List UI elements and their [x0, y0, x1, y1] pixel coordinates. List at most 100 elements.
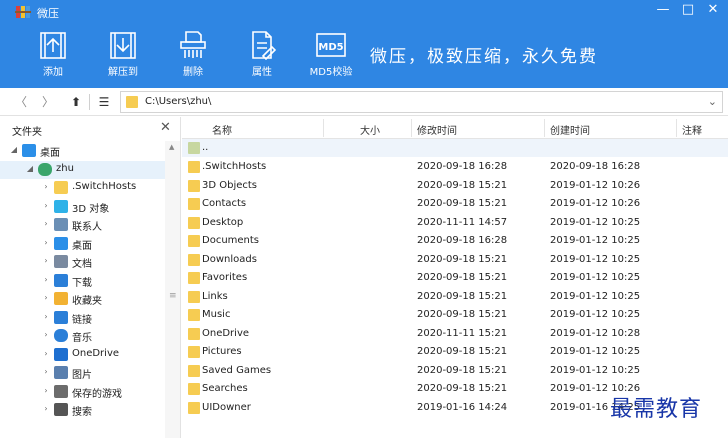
expand-arrow-icon[interactable]: › — [42, 275, 50, 284]
modified-date: 2020-09-18 15:21 — [417, 309, 508, 320]
forward-button[interactable]: 〉 — [38, 93, 58, 111]
scroll-up-icon[interactable]: ▲ — [169, 143, 174, 151]
tree-item[interactable]: ◢ zhu — [0, 160, 165, 179]
tree-item[interactable]: › OneDrive — [0, 346, 165, 364]
chevron-down-icon[interactable]: ⌄ — [708, 95, 717, 108]
tree-item[interactable]: › 文档 — [0, 253, 165, 271]
maximize-button[interactable]: □ — [675, 0, 701, 22]
column-divider[interactable] — [323, 119, 324, 137]
expand-arrow-icon[interactable]: › — [42, 256, 50, 265]
table-row[interactable]: 3D Objects 2020-09-18 15:21 2019-01-12 10:… — [182, 177, 728, 195]
tree-item[interactable]: › 搜索 — [0, 401, 165, 419]
expand-arrow-icon[interactable]: › — [42, 404, 50, 413]
title-bar: 微压 — □ ✕ — [0, 0, 728, 24]
expanded-arrow-icon[interactable]: ◢ — [26, 164, 34, 173]
tree-item[interactable]: › 3D 对象 — [0, 198, 165, 216]
path-field[interactable]: C:\Users\zhu\ ⌄ — [120, 91, 723, 113]
parent-folder-row[interactable]: .. — [182, 139, 728, 157]
view-list-button[interactable]: ☰ — [94, 93, 114, 111]
folder-icon — [188, 383, 200, 395]
tree-item[interactable]: › 桌面 — [0, 235, 165, 253]
expand-arrow-icon[interactable]: › — [42, 238, 50, 247]
file-name: Music — [202, 309, 231, 320]
tree-item[interactable]: › 联系人 — [0, 216, 165, 234]
folder-icon — [188, 290, 200, 303]
onedrive-cloud-icon — [54, 347, 68, 361]
table-row[interactable]: Pictures 2020-09-18 15:21 2019-01-12 10:25 — [182, 343, 728, 361]
table-row[interactable]: Saved Games 2020-09-18 15:21 2019-01-12 10… — [182, 362, 728, 380]
expand-arrow-icon[interactable]: › — [42, 330, 50, 339]
up-button[interactable]: ⬆ — [66, 93, 86, 111]
column-name[interactable]: 名称 — [212, 122, 232, 137]
file-name: Desktop — [202, 216, 244, 228]
md5-icon: MD5 — [306, 30, 356, 60]
tree-item-label: 链接 — [72, 314, 92, 326]
md5-check-button[interactable]: MD5 MD5校验 — [306, 30, 356, 86]
column-created[interactable]: 创建时间 — [550, 122, 590, 137]
properties-button[interactable]: 属性 — [237, 30, 287, 86]
created-date: 2019-01-12 10:25 — [550, 346, 641, 357]
created-date: 2019-01-12 10:28 — [550, 327, 641, 339]
column-comment[interactable]: 注释 — [682, 122, 702, 137]
expand-arrow-icon[interactable]: › — [42, 201, 50, 210]
expanded-arrow-icon[interactable]: ◢ — [10, 145, 18, 154]
table-row[interactable]: Desktop 2020-11-11 14:57 2019-01-12 10:25 — [182, 214, 728, 232]
file-name: .SwitchHosts — [202, 161, 267, 172]
tree-item[interactable]: › 收藏夹 — [0, 290, 165, 308]
expand-arrow-icon[interactable]: › — [42, 182, 50, 191]
folder-icon — [188, 235, 200, 247]
delete-button[interactable]: 删除 — [168, 30, 218, 86]
table-row[interactable]: Downloads 2020-09-18 15:21 2019-01-12 10:2… — [182, 251, 728, 269]
watermark: 最需教育 — [610, 397, 703, 422]
file-name: Links — [202, 290, 228, 302]
tree-item[interactable]: › 下载 — [0, 272, 165, 290]
add-button[interactable]: 添加 — [28, 30, 78, 86]
created-date: 2019-01-12 10:25 — [550, 216, 641, 228]
close-panel-button[interactable]: ✕ — [160, 120, 171, 135]
tree-item[interactable]: › 图片 — [0, 364, 165, 382]
desktop-icon — [22, 144, 36, 157]
extract-button[interactable]: 解压到 — [98, 30, 148, 86]
created-date: 2019-01-12 10:25 — [550, 309, 641, 320]
minimize-button[interactable]: — — [650, 0, 676, 22]
extract-label: 解压到 — [108, 67, 138, 78]
column-divider[interactable] — [544, 119, 545, 137]
column-divider[interactable] — [411, 119, 412, 137]
file-name: Searches — [202, 383, 248, 394]
column-divider[interactable] — [676, 119, 677, 137]
expand-arrow-icon[interactable]: › — [42, 293, 50, 302]
modified-date: 2020-09-18 16:28 — [417, 235, 508, 246]
tree-item-label: 收藏夹 — [72, 296, 102, 307]
column-size[interactable]: 大小 — [360, 122, 380, 137]
table-row[interactable]: Music 2020-09-18 15:21 2019-01-12 10:25 — [182, 306, 728, 324]
column-modified[interactable]: 修改时间 — [417, 122, 457, 137]
expand-arrow-icon[interactable]: › — [42, 386, 50, 395]
close-button[interactable]: ✕ — [700, 0, 726, 22]
table-row[interactable]: Documents 2020-09-18 16:28 2019-01-12 10:2… — [182, 232, 728, 250]
modified-date: 2020-11-11 14:57 — [417, 216, 508, 228]
created-date: 2019-01-12 10:25 — [550, 364, 641, 376]
expand-arrow-icon[interactable]: › — [42, 367, 50, 376]
tree-item[interactable]: › 链接 — [0, 309, 165, 327]
documents-icon — [54, 255, 68, 268]
tree-item-label: 保存的游戏 — [72, 388, 122, 400]
table-row[interactable]: OneDrive 2020-11-11 15:21 2019-01-12 10:28 — [182, 325, 728, 343]
table-row[interactable]: .SwitchHosts 2020-09-18 16:28 2020-09-18 1… — [182, 158, 728, 176]
tree-item[interactable]: ◢ 桌面 — [0, 142, 165, 160]
tree-scrollbar[interactable]: ▲ ≡ — [165, 141, 180, 438]
expand-arrow-icon[interactable]: › — [42, 219, 50, 228]
table-row[interactable]: Contacts 2020-09-18 15:21 2019-01-12 10:26 — [182, 195, 728, 213]
back-button[interactable]: 〈 — [11, 93, 31, 111]
search-icon — [54, 403, 68, 416]
file-name: Pictures — [202, 346, 242, 357]
scroll-thumb[interactable]: ≡ — [169, 291, 177, 301]
tree-item[interactable]: › .SwitchHosts — [0, 179, 165, 197]
expand-arrow-icon[interactable]: › — [42, 312, 50, 321]
tree-item[interactable]: › 保存的游戏 — [0, 383, 165, 401]
favorites-star-icon — [54, 292, 68, 305]
table-row[interactable]: Links 2020-09-18 15:21 2019-01-12 10:25 — [182, 288, 728, 306]
tree-item-label: 桌面 — [72, 240, 92, 252]
tree-item[interactable]: › 音乐 — [0, 327, 165, 345]
table-row[interactable]: Favorites 2020-09-18 15:21 2019-01-12 10:2… — [182, 269, 728, 287]
expand-arrow-icon[interactable]: › — [42, 349, 50, 358]
